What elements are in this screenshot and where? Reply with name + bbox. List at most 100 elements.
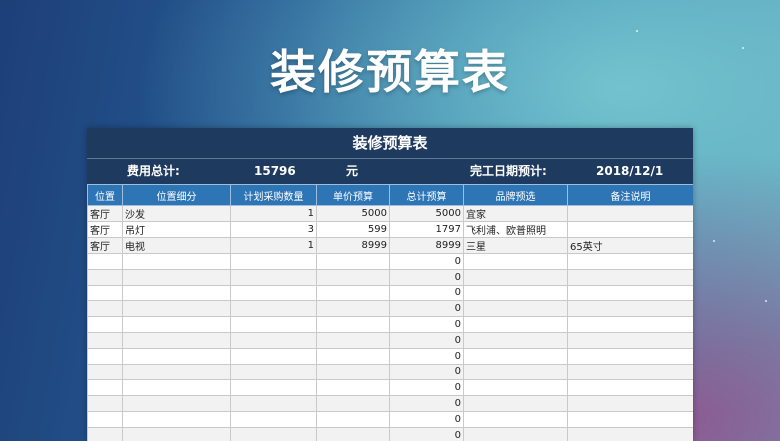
table-cell[interactable]: 1 (230, 237, 317, 254)
table-cell[interactable] (230, 410, 317, 428)
table-cell[interactable] (122, 331, 231, 349)
table-cell[interactable]: 0 (389, 316, 464, 333)
table-cell[interactable]: 3 (230, 221, 317, 238)
table-cell[interactable] (87, 410, 123, 428)
table-cell[interactable] (463, 347, 568, 365)
table-cell[interactable]: 1797 (389, 221, 464, 238)
table-cell[interactable] (230, 379, 317, 397)
table-cell[interactable] (87, 426, 123, 441)
table-cell[interactable] (567, 379, 693, 397)
table-cell[interactable] (463, 410, 568, 428)
table-cell[interactable] (122, 426, 231, 441)
table-cell[interactable] (316, 253, 390, 270)
table-cell[interactable] (87, 347, 123, 365)
table-cell[interactable] (567, 300, 693, 318)
table-cell[interactable]: 5000 (316, 205, 390, 222)
table-cell[interactable]: 0 (389, 363, 464, 381)
column-header[interactable]: 位置 (87, 184, 123, 206)
table-cell[interactable] (316, 410, 390, 428)
table-cell[interactable] (87, 253, 123, 270)
table-cell[interactable]: 0 (389, 347, 464, 365)
table-cell[interactable]: 客厅 (87, 221, 123, 238)
table-cell[interactable] (122, 284, 231, 302)
table-cell[interactable]: 客厅 (87, 205, 123, 222)
table-cell[interactable] (316, 300, 390, 318)
table-cell[interactable]: 5000 (389, 205, 464, 222)
table-cell[interactable] (567, 253, 693, 270)
table-cell[interactable] (316, 316, 390, 333)
table-cell[interactable] (122, 300, 231, 318)
table-cell[interactable] (87, 395, 123, 412)
table-cell[interactable] (122, 363, 231, 381)
table-cell[interactable] (567, 316, 693, 333)
table-cell[interactable] (567, 426, 693, 441)
table-cell[interactable] (463, 363, 568, 381)
table-cell[interactable] (122, 347, 231, 365)
table-cell[interactable]: 客厅 (87, 237, 123, 254)
table-cell[interactable]: 0 (389, 268, 464, 286)
table-cell[interactable] (567, 363, 693, 381)
table-cell[interactable]: 0 (389, 300, 464, 318)
column-header[interactable]: 备注说明 (567, 184, 693, 206)
table-cell[interactable] (230, 253, 317, 270)
table-cell[interactable] (463, 316, 568, 333)
table-cell[interactable]: 宜家 (463, 205, 568, 222)
table-cell[interactable] (122, 316, 231, 333)
table-cell[interactable]: 0 (389, 253, 464, 270)
table-cell[interactable]: 0 (389, 410, 464, 428)
column-header[interactable]: 计划采购数量 (230, 184, 317, 206)
table-cell[interactable]: 0 (389, 331, 464, 349)
table-cell[interactable] (230, 284, 317, 302)
table-cell[interactable] (567, 395, 693, 412)
table-cell[interactable] (316, 268, 390, 286)
table-cell[interactable] (87, 379, 123, 397)
table-cell[interactable] (463, 379, 568, 397)
table-cell[interactable]: 0 (389, 284, 464, 302)
table-cell[interactable] (463, 300, 568, 318)
table-cell[interactable]: 0 (389, 426, 464, 441)
table-cell[interactable]: 1 (230, 205, 317, 222)
table-cell[interactable] (122, 410, 231, 428)
table-cell[interactable] (122, 253, 231, 270)
table-cell[interactable] (230, 316, 317, 333)
table-cell[interactable] (87, 300, 123, 318)
table-cell[interactable] (316, 284, 390, 302)
table-cell[interactable] (463, 268, 568, 286)
table-cell[interactable] (567, 347, 693, 365)
table-cell[interactable] (230, 426, 317, 441)
table-cell[interactable] (463, 284, 568, 302)
table-cell[interactable] (87, 316, 123, 333)
table-cell[interactable]: 沙发 (122, 205, 231, 222)
table-cell[interactable] (122, 268, 231, 286)
table-cell[interactable] (230, 347, 317, 365)
table-cell[interactable] (567, 221, 693, 238)
table-cell[interactable]: 三星 (463, 237, 568, 254)
table-cell[interactable] (463, 331, 568, 349)
table-cell[interactable] (316, 426, 390, 441)
table-cell[interactable] (122, 395, 231, 412)
table-cell[interactable] (230, 363, 317, 381)
table-cell[interactable]: 8999 (389, 237, 464, 254)
table-cell[interactable] (230, 300, 317, 318)
table-cell[interactable]: 65英寸 (567, 237, 693, 254)
column-header[interactable]: 单价预算 (316, 184, 390, 206)
table-cell[interactable] (567, 205, 693, 222)
table-cell[interactable] (230, 268, 317, 286)
table-cell[interactable] (316, 395, 390, 412)
table-cell[interactable] (463, 253, 568, 270)
table-cell[interactable] (316, 379, 390, 397)
table-cell[interactable] (316, 347, 390, 365)
column-header[interactable]: 品牌预选 (463, 184, 568, 206)
table-cell[interactable]: 8999 (316, 237, 390, 254)
table-cell[interactable] (87, 268, 123, 286)
table-cell[interactable] (87, 284, 123, 302)
table-cell[interactable] (463, 426, 568, 441)
column-header[interactable]: 总计预算 (389, 184, 464, 206)
table-cell[interactable]: 599 (316, 221, 390, 238)
table-cell[interactable] (567, 284, 693, 302)
table-cell[interactable] (230, 395, 317, 412)
table-cell[interactable] (567, 410, 693, 428)
table-cell[interactable] (316, 331, 390, 349)
table-cell[interactable] (463, 395, 568, 412)
table-cell[interactable] (230, 331, 317, 349)
